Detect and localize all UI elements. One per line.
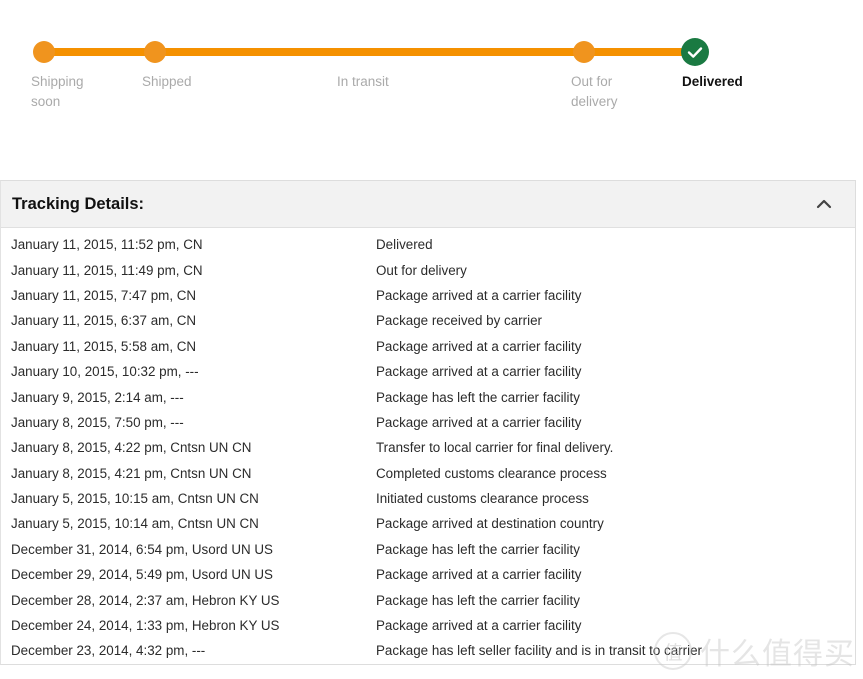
tracking-event-row: January 11, 2015, 6:37 am, CN Package rec… xyxy=(1,308,855,333)
tracking-event-description: Initiated customs clearance process xyxy=(376,491,589,507)
tracking-event-timestamp: January 11, 2015, 7:47 pm, CN xyxy=(11,287,197,303)
tracking-event-row: December 23, 2014, 4:32 pm, --- Package h… xyxy=(1,638,855,663)
progress-node-3 xyxy=(573,41,595,63)
progress-label-3: Out for delivery xyxy=(571,74,618,109)
tracking-events-list: January 11, 2015, 11:52 pm, CN Delivered J… xyxy=(1,228,855,664)
tracking-event-description: Transfer to local carrier for final deli… xyxy=(376,440,614,456)
tracking-event-row: January 8, 2015, 4:21 pm, Cntsn UN CN Com… xyxy=(1,461,855,486)
progress-label-1: Shipped xyxy=(142,74,192,89)
tracking-event-description: Package arrived at a carrier facility xyxy=(376,287,582,303)
tracking-event-description: Package has left the carrier facility xyxy=(376,592,580,608)
tracking-event-description: Package has left the carrier facility xyxy=(376,541,580,557)
tracking-event-row: January 5, 2015, 10:14 am, Cntsn UN CN Pa… xyxy=(1,511,855,536)
tracking-event-description: Package has left seller facility and is … xyxy=(376,643,702,659)
progress-label-0: Shipping soon xyxy=(31,74,84,109)
tracking-event-row: December 28, 2014, 2:37 am, Hebron KY US… xyxy=(1,587,855,612)
tracking-event-timestamp: January 5, 2015, 10:15 am, Cntsn UN CN xyxy=(11,491,259,507)
tracking-event-row: January 10, 2015, 10:32 pm, --- Package a… xyxy=(1,359,855,384)
tracking-event-timestamp: December 29, 2014, 5:49 pm, Usord UN US xyxy=(11,567,273,583)
tracking-event-description: Package arrived at a carrier facility xyxy=(376,618,582,634)
tracking-details-panel: Tracking Details: January 11, 2015, 11:5… xyxy=(0,180,856,665)
progress-label-4: Delivered xyxy=(682,74,743,89)
shipment-progress-tracker: Shipping soon Shipped In transit Out for de… xyxy=(0,0,863,160)
tracking-details-header[interactable]: Tracking Details: xyxy=(1,181,855,228)
tracking-event-row: January 11, 2015, 11:52 pm, CN Delivered xyxy=(1,232,855,257)
tracking-event-row: January 9, 2015, 2:14 am, --- Package has… xyxy=(1,384,855,409)
tracking-event-description: Package arrived at a carrier facility xyxy=(376,364,582,380)
check-icon xyxy=(687,47,703,58)
tracking-event-row: January 11, 2015, 11:49 pm, CN Out for de… xyxy=(1,257,855,282)
tracking-event-timestamp: December 23, 2014, 4:32 pm, --- xyxy=(11,643,206,659)
tracking-event-timestamp: January 11, 2015, 11:49 pm, CN xyxy=(11,262,203,278)
chevron-up-icon[interactable] xyxy=(814,194,834,214)
tracking-event-description: Package arrived at a carrier facility xyxy=(376,414,582,430)
tracking-event-timestamp: January 11, 2015, 6:37 am, CN xyxy=(11,313,197,329)
tracking-event-timestamp: January 5, 2015, 10:14 am, Cntsn UN CN xyxy=(11,516,259,532)
tracking-event-timestamp: December 28, 2014, 2:37 am, Hebron KY US xyxy=(11,592,280,608)
tracking-event-timestamp: January 11, 2015, 11:52 pm, CN xyxy=(11,237,203,253)
progress-node-1 xyxy=(144,41,166,63)
tracking-event-row: January 8, 2015, 4:22 pm, Cntsn UN CN Tra… xyxy=(1,435,855,460)
tracking-event-timestamp: January 8, 2015, 4:21 pm, Cntsn UN CN xyxy=(11,465,252,481)
tracking-event-timestamp: January 10, 2015, 10:32 pm, --- xyxy=(11,364,199,380)
tracking-details-title: Tracking Details: xyxy=(12,194,145,213)
progress-node-0 xyxy=(33,41,55,63)
tracking-event-row: January 5, 2015, 10:15 am, Cntsn UN CN In… xyxy=(1,486,855,511)
progress-node-4 xyxy=(681,38,709,66)
tracking-event-row: December 24, 2014, 1:33 pm, Hebron KY US… xyxy=(1,613,855,638)
tracking-event-row: January 11, 2015, 5:58 am, CN Package arr… xyxy=(1,334,855,359)
tracking-event-row: December 29, 2014, 5:49 pm, Usord UN US P… xyxy=(1,562,855,587)
tracking-event-description: Out for delivery xyxy=(376,262,467,278)
tracking-event-timestamp: January 9, 2015, 2:14 am, --- xyxy=(11,389,184,405)
tracking-event-timestamp: January 11, 2015, 5:58 am, CN xyxy=(11,338,197,354)
tracking-event-description: Delivered xyxy=(376,237,433,253)
tracking-event-description: Completed customs clearance process xyxy=(376,465,607,481)
tracking-event-description: Package arrived at a carrier facility xyxy=(376,338,582,354)
tracking-event-row: January 8, 2015, 7:50 pm, --- Package arr… xyxy=(1,410,855,435)
tracking-event-description: Package received by carrier xyxy=(376,313,542,329)
tracking-event-row: January 11, 2015, 7:47 pm, CN Package arr… xyxy=(1,283,855,308)
tracking-event-description: Package arrived at a carrier facility xyxy=(376,567,582,583)
tracking-event-timestamp: December 24, 2014, 1:33 pm, Hebron KY US xyxy=(11,618,280,634)
tracking-event-row: December 31, 2014, 6:54 pm, Usord UN US P… xyxy=(1,537,855,562)
tracking-event-timestamp: December 31, 2014, 6:54 pm, Usord UN US xyxy=(11,541,273,557)
tracking-event-timestamp: January 8, 2015, 7:50 pm, --- xyxy=(11,414,184,430)
tracking-event-timestamp: January 8, 2015, 4:22 pm, Cntsn UN CN xyxy=(11,440,252,456)
tracking-event-description: Package arrived at destination country xyxy=(376,516,604,532)
tracking-event-description: Package has left the carrier facility xyxy=(376,389,580,405)
progress-bar-track xyxy=(44,48,695,56)
progress-label-2: In transit xyxy=(337,74,389,89)
